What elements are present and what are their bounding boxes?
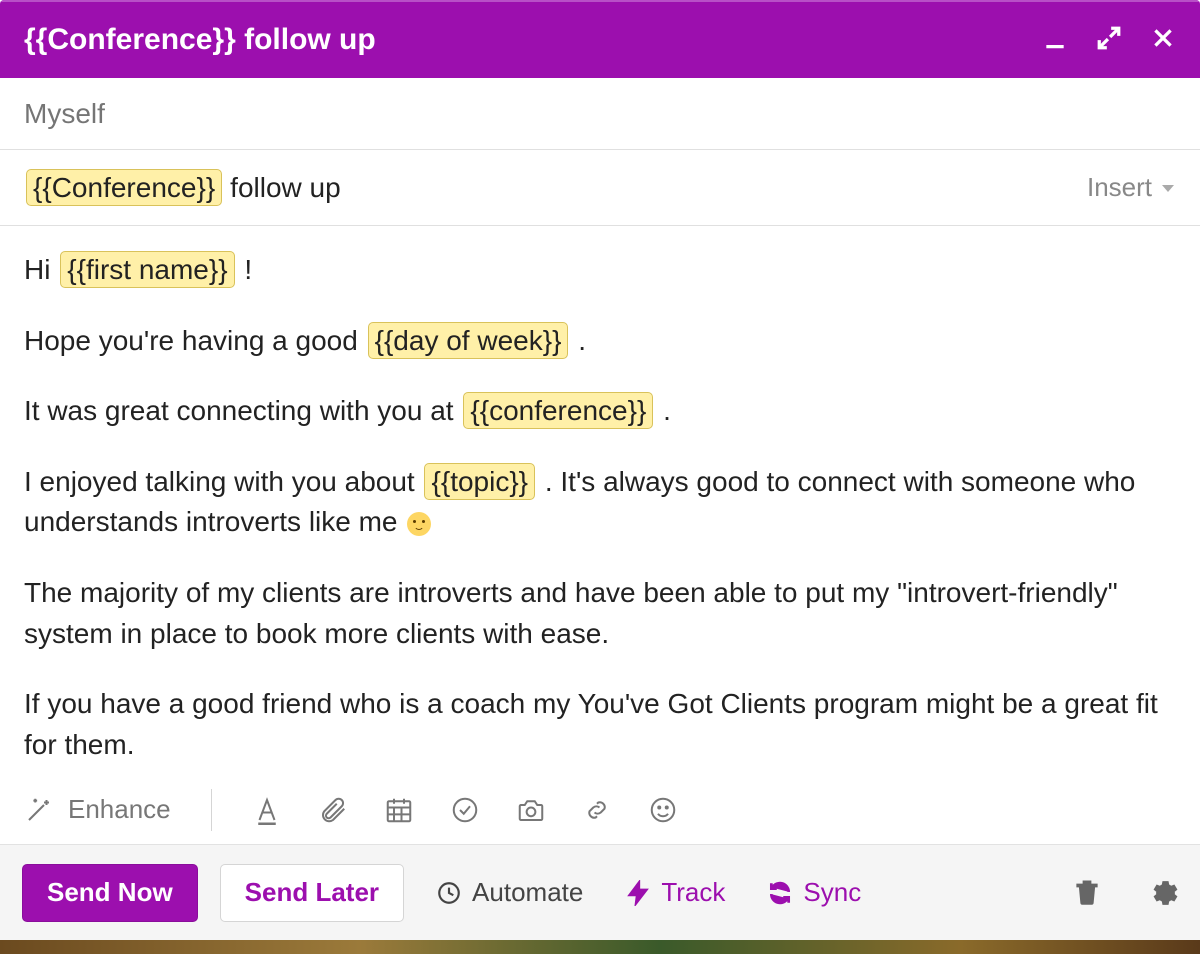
expand-icon[interactable]: [1096, 25, 1122, 56]
clock-icon: [436, 880, 462, 906]
merge-token-day-of-week[interactable]: {{day of week}}: [368, 322, 569, 359]
send-now-button[interactable]: Send Now: [22, 864, 198, 922]
separator: [211, 789, 212, 831]
close-icon[interactable]: [1150, 25, 1176, 56]
compose-window: {{Conference}} follow up Myself {{Confer…: [0, 0, 1200, 954]
settings-icon[interactable]: [1148, 878, 1178, 908]
magic-wand-icon: [24, 795, 54, 825]
sync-icon: [767, 880, 793, 906]
action-bar: Send Now Send Later Automate Track Sync: [0, 844, 1200, 940]
titlebar: {{Conference}} follow up: [0, 0, 1200, 78]
window-title: {{Conference}} follow up: [24, 23, 1042, 57]
enhance-button[interactable]: Enhance: [24, 794, 171, 825]
text: Hope you're having a good: [24, 325, 366, 356]
recipients-field[interactable]: Myself: [0, 78, 1200, 150]
email-body[interactable]: Hi {{first name}} ! Hope you're having a…: [0, 226, 1200, 774]
subject-row: {{Conference}} follow up Insert: [0, 150, 1200, 226]
smile-emoji: [407, 512, 431, 536]
automate-label: Automate: [472, 877, 583, 908]
body-line-5: The majority of my clients are introvert…: [24, 573, 1176, 654]
merge-token-conference[interactable]: {{conference}}: [463, 392, 653, 429]
font-style-icon[interactable]: [252, 795, 282, 825]
minimize-icon[interactable]: [1042, 25, 1068, 56]
recipients-placeholder: Myself: [24, 98, 105, 130]
merge-token-topic[interactable]: {{topic}}: [424, 463, 535, 500]
send-now-label: Send Now: [47, 877, 173, 908]
track-button[interactable]: Track: [615, 877, 735, 908]
chevron-down-icon: [1160, 180, 1176, 196]
body-fade: [0, 744, 1200, 774]
sync-button[interactable]: Sync: [757, 877, 871, 908]
automate-button[interactable]: Automate: [426, 877, 593, 908]
text: I enjoyed talking with you about: [24, 466, 422, 497]
sync-label: Sync: [803, 877, 861, 908]
attachment-icon[interactable]: [318, 795, 348, 825]
insert-dropdown[interactable]: Insert: [1087, 172, 1176, 203]
insert-label: Insert: [1087, 172, 1152, 203]
calendar-icon[interactable]: [384, 795, 414, 825]
window-controls: [1042, 25, 1176, 56]
link-icon[interactable]: [582, 795, 612, 825]
text: It was great connecting with you at: [24, 395, 461, 426]
subject-text-rest: follow up: [230, 172, 341, 204]
body-line-greeting: Hi {{first name}} !: [24, 250, 1176, 291]
subject-field[interactable]: {{Conference}} follow up: [24, 169, 341, 206]
track-label: Track: [661, 877, 725, 908]
text: Hi: [24, 254, 58, 285]
format-toolbar: Enhance: [0, 774, 1200, 844]
delete-icon[interactable]: [1072, 878, 1102, 908]
send-later-button[interactable]: Send Later: [220, 864, 404, 922]
enhance-label: Enhance: [68, 794, 171, 825]
body-line-2: Hope you're having a good {{day of week}…: [24, 321, 1176, 362]
body-line-3: It was great connecting with you at {{co…: [24, 391, 1176, 432]
bolt-icon: [625, 880, 651, 906]
text: .: [570, 325, 586, 356]
merge-token-first-name[interactable]: {{first name}}: [60, 251, 234, 288]
text: .: [655, 395, 671, 426]
emoji-picker-icon[interactable]: [648, 795, 678, 825]
send-later-label: Send Later: [245, 877, 379, 908]
text: !: [237, 254, 253, 285]
checkmark-circle-icon[interactable]: [450, 795, 480, 825]
merge-token-conference[interactable]: {{Conference}}: [26, 169, 222, 206]
camera-icon[interactable]: [516, 795, 546, 825]
body-line-4: I enjoyed talking with you about {{topic…: [24, 462, 1176, 543]
bottom-strip: [0, 940, 1200, 954]
